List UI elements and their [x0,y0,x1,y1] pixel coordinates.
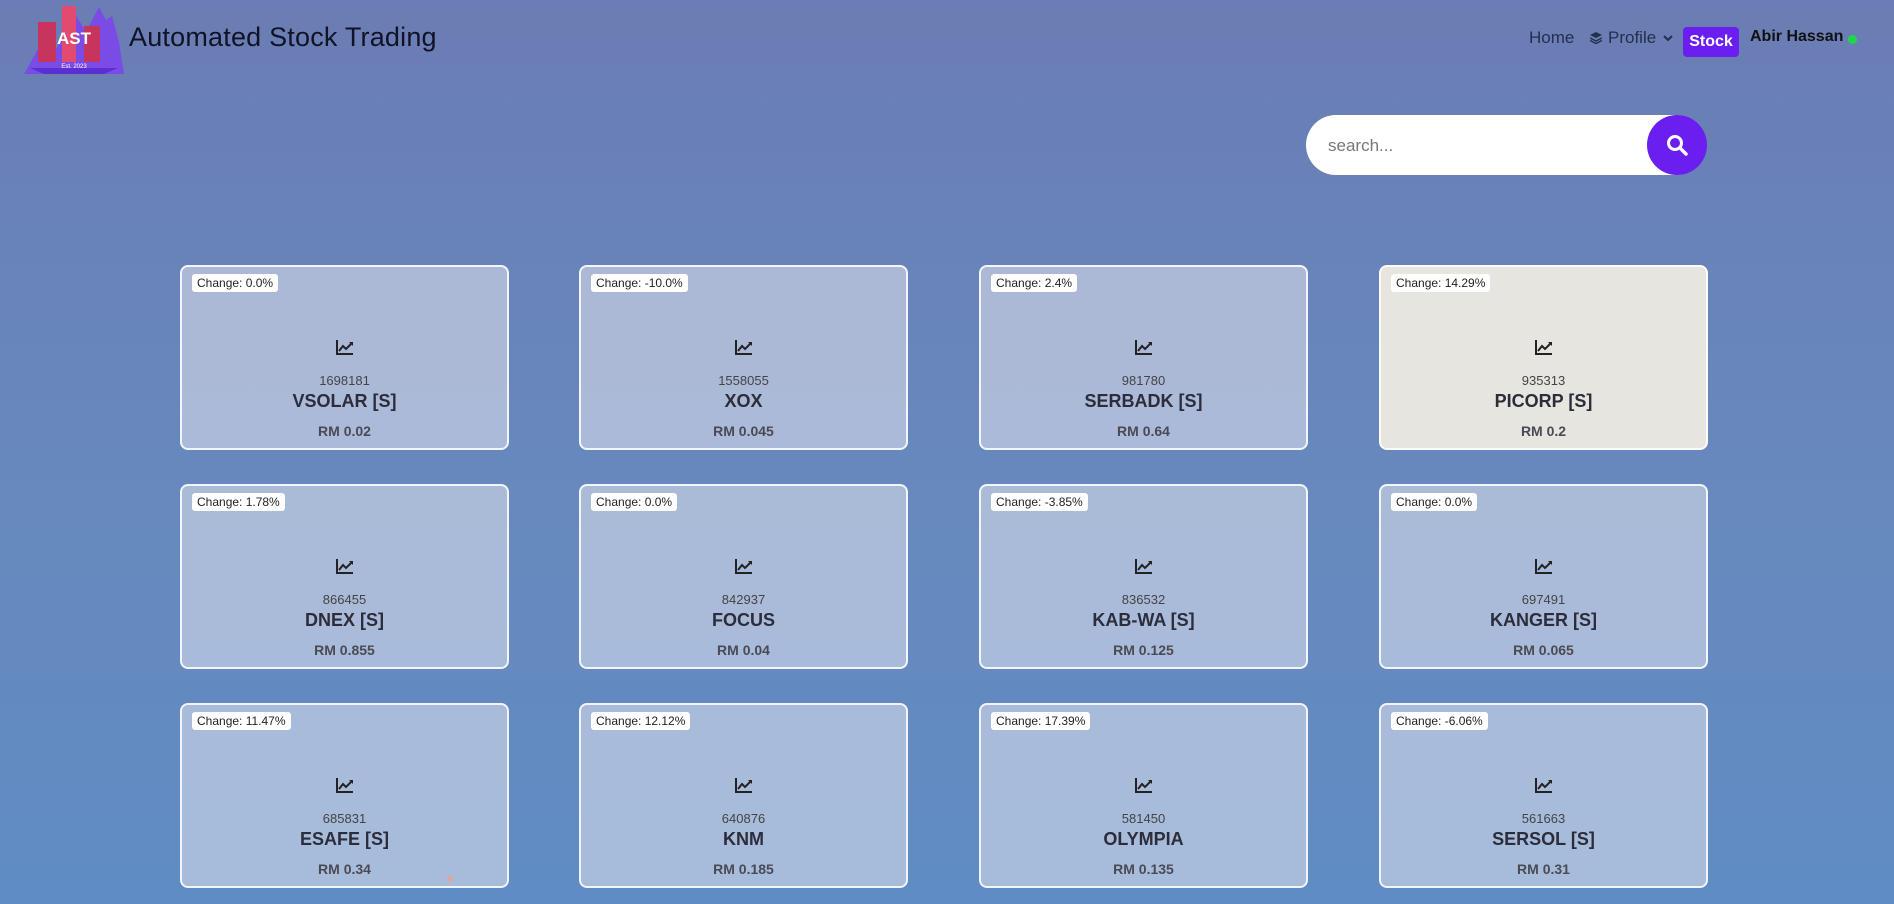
stock-id: 685831 [322,811,367,826]
stock-card[interactable]: Change: 0.0% 697491 KANGER [S] RM 0.065 [1379,484,1708,669]
svg-text:AST: AST [57,29,92,48]
app-title: Automated Stock Trading [129,22,437,52]
chart-line-icon [1534,778,1552,793]
stock-price: RM 0.2 [1520,423,1567,439]
nav-home-link[interactable]: Home [1529,28,1574,48]
change-badge: Change: 11.47% [192,712,291,730]
nav-profile-label: Profile [1608,28,1657,47]
background-light-dot [447,876,453,882]
stock-card[interactable]: Change: -10.0% 1558055 XOX RM 0.045 [579,265,908,450]
stock-price: RM 0.135 [1113,861,1174,877]
search-icon [1667,135,1688,156]
stock-card[interactable]: Change: 12.12% 640876 KNM RM 0.185 [579,703,908,888]
online-status-indicator [1848,34,1858,44]
search-input[interactable] [1326,115,1630,177]
stock-price: RM 0.125 [1113,642,1174,658]
chevron-down-icon [1663,35,1673,42]
change-badge: Change: -3.85% [991,493,1088,511]
stock-name: OLYMPIA [1103,829,1184,849]
stock-price: RM 0.045 [713,423,774,439]
stock-id: 697491 [1521,592,1566,607]
chart-line-icon [1534,559,1552,574]
chart-line-icon [734,340,752,355]
stock-price: RM 0.04 [717,642,770,658]
nav-profile-dropdown[interactable]: Profile [1590,28,1674,48]
stock-price: RM 0.855 [314,642,375,658]
change-badge: Change: -10.0% [591,274,688,292]
stock-id: 866455 [322,592,367,607]
change-badge: Change: 12.12% [591,712,691,730]
stock-card[interactable]: Change: -3.85% 836532 KAB-WA [S] RM 0.12… [979,484,1308,669]
chart-line-icon [1134,340,1152,355]
stock-name: KAB-WA [S] [1092,610,1195,630]
svg-text:Est. 2023: Est. 2023 [61,64,87,70]
stock-id: 1558055 [718,373,769,388]
search-box [1306,115,1706,177]
stock-price: RM 0.065 [1513,642,1574,658]
stock-price: RM 0.185 [713,861,774,877]
stock-id: 640876 [721,811,766,826]
chart-line-icon [1534,340,1552,355]
chart-line-icon [1134,559,1152,574]
stock-id: 842937 [721,592,766,607]
chart-line-icon [734,778,752,793]
stock-name: PICORP [S] [1494,391,1593,411]
stock-name: SERSOL [S] [1492,829,1595,849]
chart-line-icon [335,340,353,355]
stock-name: KNM [723,829,764,849]
change-badge: Change: 0.0% [1391,493,1478,511]
stock-name: ESAFE [S] [299,829,389,849]
stock-id: 581450 [1121,811,1166,826]
stock-price: RM 0.64 [1117,423,1170,439]
change-badge: Change: 1.78% [192,493,285,511]
stock-card[interactable]: Change: 17.39% 581450 OLYMPIA RM 0.135 [979,703,1308,888]
stock-card[interactable]: Change: 0.0% 842937 FOCUS RM 0.04 [579,484,908,669]
stock-name: VSOLAR [S] [292,391,397,411]
stock-card[interactable]: Change: 11.47% 685831 ESAFE [S] RM 0.34 [180,703,509,888]
stock-card[interactable]: Change: -6.06% 561663 SERSOL [S] RM 0.31 [1379,703,1708,888]
stock-name: XOX [724,391,763,411]
chart-line-icon [734,559,752,574]
user-name: Abir Hassan [1750,28,1844,45]
stock-name: DNEX [S] [304,610,384,630]
stock-card-hovered[interactable]: Change: 14.29% 935313 PICORP [S] RM 0.2 [1379,265,1708,450]
chart-line-icon [335,559,353,574]
stock-id: 561663 [1521,811,1566,826]
stock-card[interactable]: Change: 2.4% 981780 SERBADK [S] RM 0.64 [979,265,1308,450]
stock-price: RM 0.34 [318,861,371,877]
stock-id: 981780 [1121,373,1166,388]
layers-icon [1590,32,1602,44]
stock-price: RM 0.31 [1517,861,1570,877]
stock-name: KANGER [S] [1490,610,1597,630]
change-badge: Change: 17.39% [991,712,1091,730]
logo[interactable]: AST Est. 2023 [24,2,124,76]
change-badge: Change: -6.06% [1391,712,1488,730]
stock-card[interactable]: Change: 1.78% 866455 DNEX [S] RM 0.855 [180,484,509,669]
change-badge: Change: 0.0% [591,493,678,511]
stock-card[interactable]: Change: 0.0% 1698181 VSOLAR [S] RM 0.02 [180,265,509,450]
stock-name: SERBADK [S] [1084,391,1203,411]
change-badge: Change: 14.29% [1391,274,1491,292]
stock-id: 836532 [1121,592,1166,607]
header: AST Est. 2023 Automated Stock Trading Ho… [0,0,1894,80]
nav-stock-button[interactable]: Stock [1683,27,1739,57]
stock-id: 1698181 [319,373,370,388]
change-badge: Change: 2.4% [991,274,1078,292]
search-button[interactable] [1647,115,1707,175]
chart-line-icon [1134,778,1152,793]
change-badge: Change: 0.0% [192,274,279,292]
user-menu[interactable]: Abir Hassan [1750,28,1858,46]
stock-name: FOCUS [712,610,775,630]
stock-price: RM 0.02 [318,423,371,439]
stock-id: 935313 [1521,373,1566,388]
chart-line-icon [335,778,353,793]
